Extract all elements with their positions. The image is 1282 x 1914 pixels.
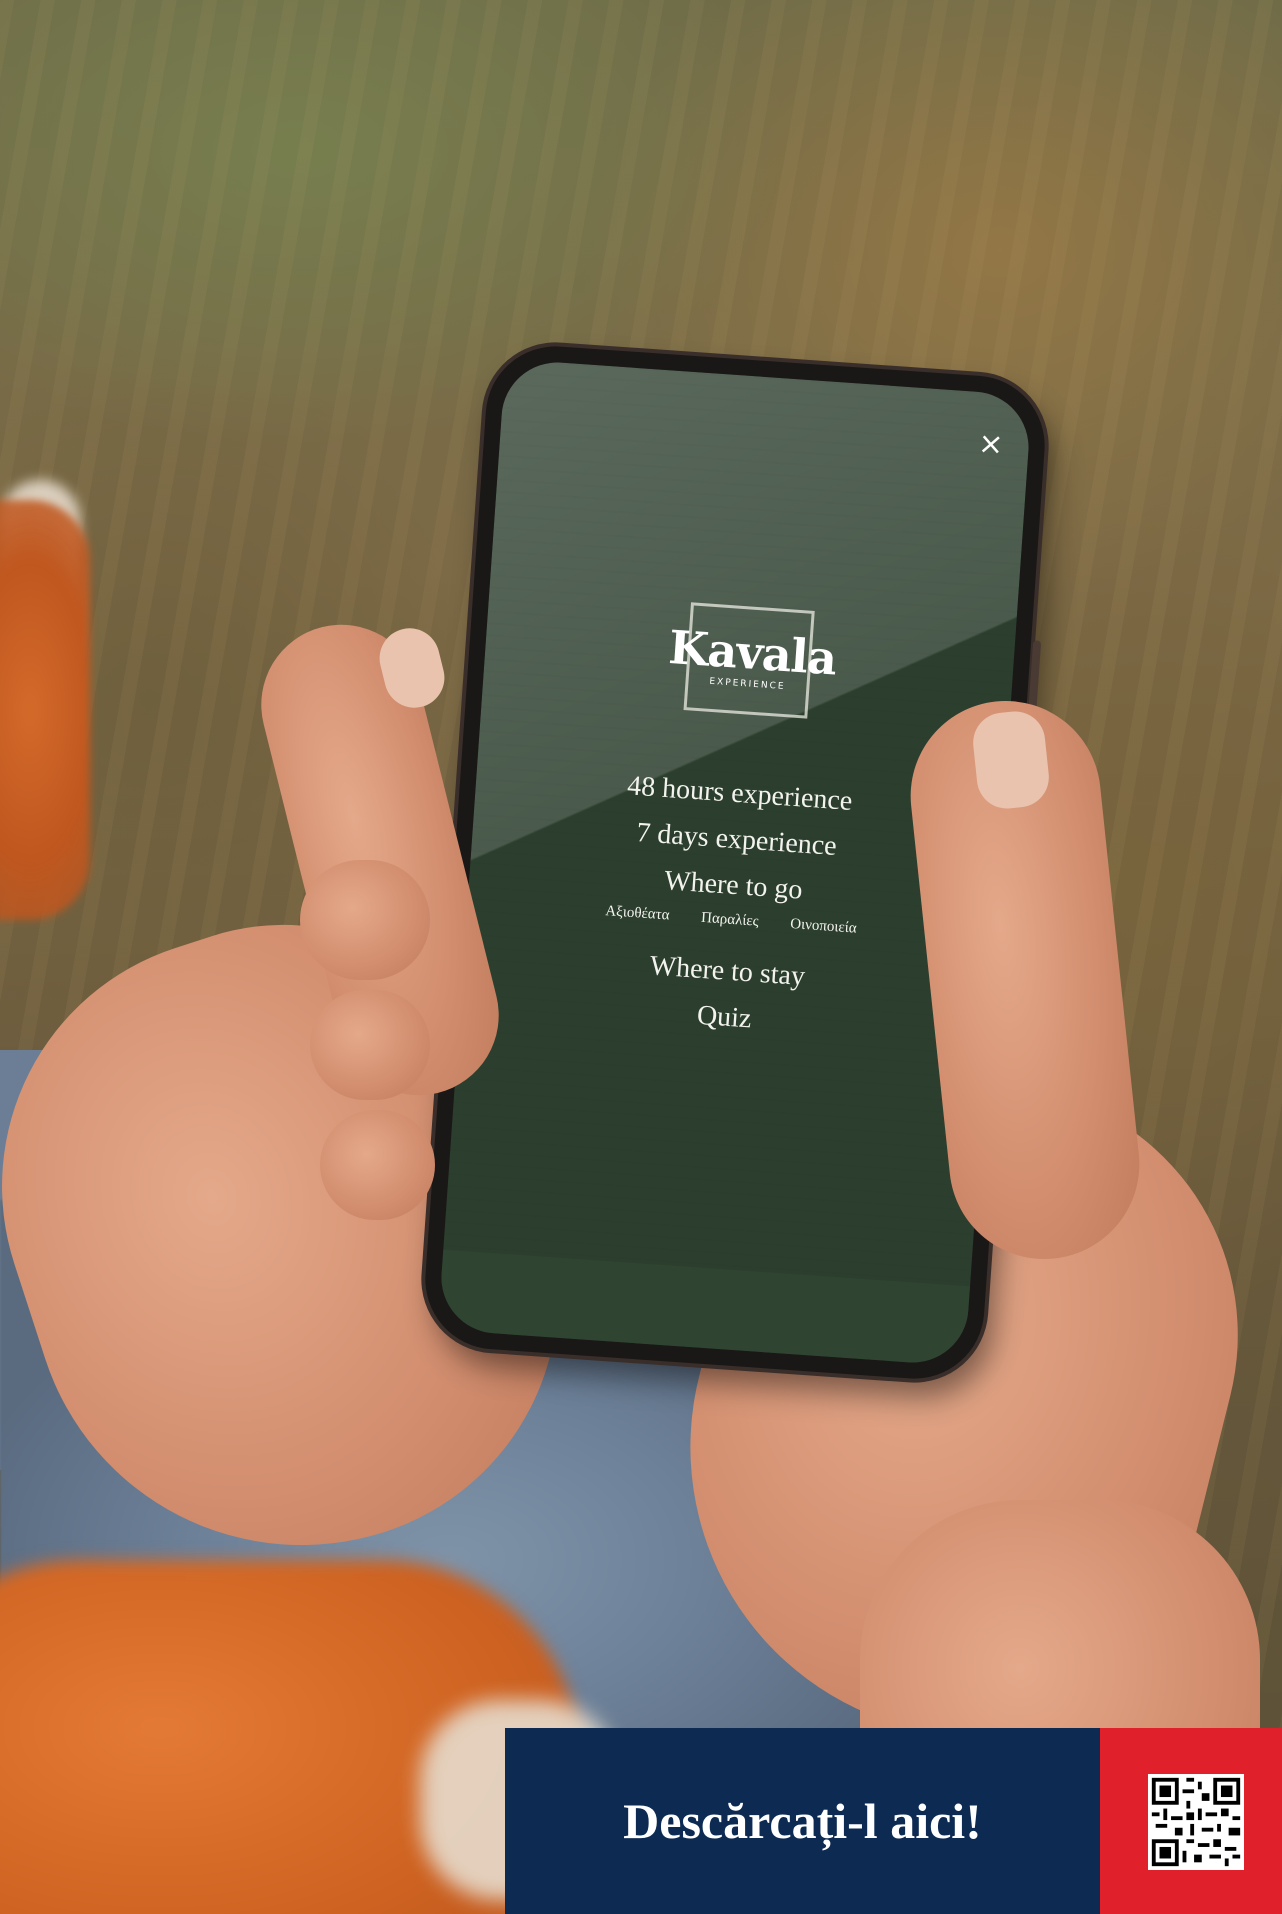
banner-red-panel[interactable] <box>1100 1728 1282 1914</box>
submenu-item-wineries[interactable]: Οινοποιεία <box>790 916 857 937</box>
download-cta-text[interactable]: Descărcați-l aici! <box>505 1728 1100 1914</box>
left-finger-1 <box>300 860 430 980</box>
close-icon[interactable]: × <box>969 423 1012 466</box>
photo-scene: × Kavala EXPERIENCE 48 hours experience … <box>0 0 1282 1914</box>
download-banner[interactable]: Descărcați-l aici! <box>505 1728 1282 1914</box>
qr-code-icon[interactable] <box>1148 1774 1244 1870</box>
left-finger-3 <box>320 1110 435 1220</box>
left-finger-2 <box>310 990 430 1100</box>
submenu-item-sights[interactable]: Αξιοθέατα <box>605 903 670 923</box>
logo-frame: Kavala EXPERIENCE <box>667 602 838 719</box>
background-orange-blob <box>0 500 90 920</box>
submenu-item-beaches[interactable]: Παραλίες <box>701 910 760 930</box>
right-thumbnail <box>970 708 1052 812</box>
